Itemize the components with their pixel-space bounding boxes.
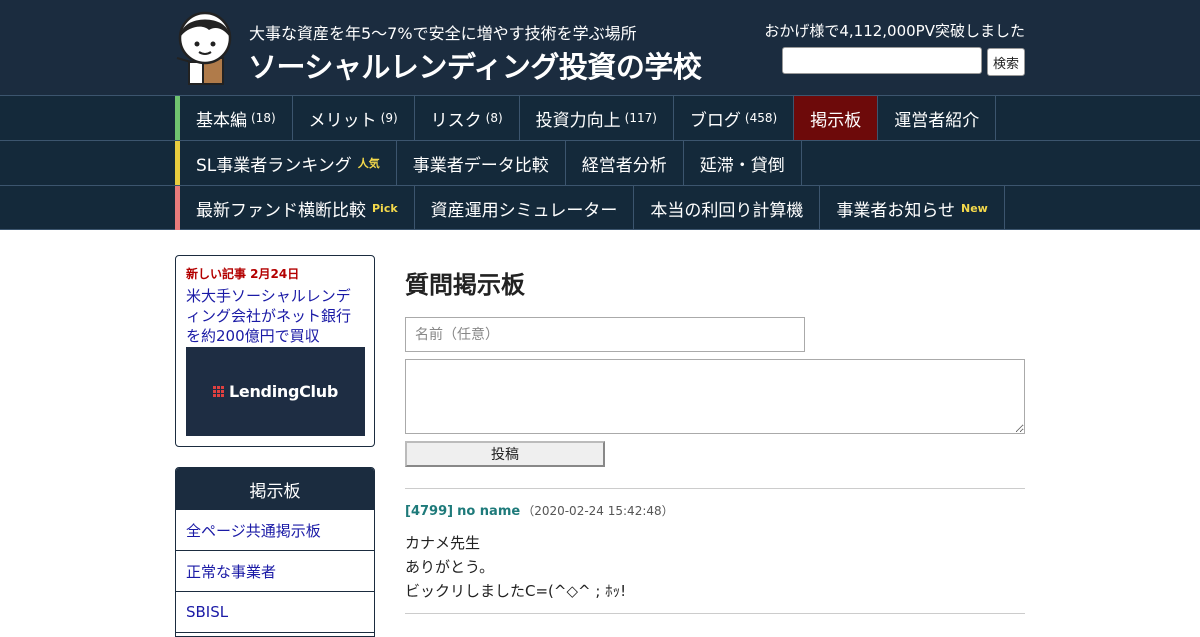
divider [405,613,1025,614]
nav-label: 本当の利回り計算機 [650,200,804,221]
post-line: ビックリしましたC=(^◇^ ; ﾎｯ! [405,582,627,600]
nav-item-about[interactable]: 運営者紹介 [878,96,997,140]
nav-row-1: 基本編 (18) メリット (9) リスク (8) 投資力向上 (117) ブログ (45… [0,95,1200,140]
nav-item-defaults[interactable]: 延滞・貸倒 [684,141,802,185]
name-input[interactable] [405,317,805,352]
search-input[interactable] [782,47,982,74]
nav-item-data-compare[interactable]: 事業者データ比較 [397,141,566,185]
post-id: [4799] [405,504,454,519]
nav-item-basics[interactable]: 基本編 (18) [180,96,293,140]
lendingclub-logo-text: LendingClub [229,382,338,401]
latest-article-label: 新しい記事 2月24日 [186,267,300,281]
nav-item-yield-calculator[interactable]: 本当の利回り計算機 [634,186,821,230]
post-timestamp: （2020-02-24 15:42:48） [522,504,674,518]
nav-label: 掲示板 [810,110,862,131]
nav-count: (117) [624,111,657,125]
nav-label: 事業者データ比較 [412,155,549,176]
bbs-menu-title: 掲示板 [176,468,374,510]
search-button[interactable]: 検索 [987,48,1025,76]
nav-count: (8) [485,111,503,125]
new-badge: New [961,201,988,215]
nav-label: SL事業者ランキング [196,155,352,176]
nav-count: (458) [744,111,778,125]
nav-item-executive-analysis[interactable]: 経営者分析 [566,141,684,185]
nav-item-ranking[interactable]: SL事業者ランキング 人気 [180,141,397,185]
nav-item-fund-compare[interactable]: 最新ファンド横断比較 Pick [180,186,415,230]
nav-item-bbs[interactable]: 掲示板 [794,96,879,140]
nav-item-risks[interactable]: リスク (8) [415,96,520,140]
nav-label: 資産運用シミュレーター [430,200,618,221]
divider [405,488,1025,489]
post-header: [4799] no name （2020-02-24 15:42:48） [405,502,674,519]
nav-label: 延滞・貸倒 [699,155,785,176]
post-line: カナメ先生 [405,534,481,552]
site-title[interactable]: ソーシャルレンディング投資の学校 [248,44,702,86]
mascot-logo-icon[interactable] [175,6,235,88]
nav-item-blog[interactable]: ブログ (458) [674,96,795,140]
latest-article-link[interactable]: 米大手ソーシャルレンディング会社がネット銀行を約200億円で買収 [186,286,364,346]
post-line: ありがとう。 [405,558,495,576]
latest-article-thumbnail[interactable]: LendingClub [186,347,365,436]
page-title: 質問掲示板 [405,271,525,299]
site-header: 大事な資産を年5～7%で安全に増やす技術を学ぶ場所 ソーシャルレンディング投資の… [0,0,1200,95]
nav-label: 基本編 [196,110,247,131]
nav-label: メリット [308,110,377,131]
post-author: no name [457,504,521,519]
nav-label: ブログ [689,110,741,131]
main-navigation: 基本編 (18) メリット (9) リスク (8) 投資力向上 (117) ブログ (45… [0,95,1200,230]
bbs-menu: 掲示板 全ページ共通掲示板 正常な事業者 SBISL [175,467,375,637]
nav-count: (9) [380,111,398,125]
nav-item-merits[interactable]: メリット (9) [293,96,415,140]
nav-row-3: 最新ファンド横断比較 Pick 資産運用シミュレーター 本当の利回り計算機 事業者… [0,185,1200,230]
pick-badge: Pick [372,201,398,215]
nav-label: 事業者お知らせ [836,200,956,221]
nav-count: (18) [251,111,276,125]
post-body: カナメ先生 ありがとう。 ビックリしましたC=(^◇^ ; ﾎｯ! [405,531,626,603]
bbs-menu-item-sbisl[interactable]: SBISL [176,592,374,633]
bbs-menu-item-healthy-operators[interactable]: 正常な事業者 [176,551,374,592]
nav-item-skill-up[interactable]: 投資力向上 (117) [520,96,674,140]
nav-item-simulator[interactable]: 資産運用シミュレーター [415,186,635,230]
nav-label: 経営者分析 [581,155,667,176]
nav-label: 最新ファンド横断比較 [196,200,366,221]
nav-label: 投資力向上 [535,110,621,131]
nav-row-2: SL事業者ランキング 人気 事業者データ比較 経営者分析 延滞・貸倒 [0,140,1200,185]
pageview-counter: おかげ様で4,112,000PV突破しました [764,22,1025,40]
site-tagline: 大事な資産を年5～7%で安全に増やす技術を学ぶ場所 [249,24,637,43]
lendingclub-mark-icon [213,386,224,397]
nav-label: 運営者紹介 [894,110,980,131]
popular-badge: 人気 [357,157,380,170]
bbs-menu-item-common[interactable]: 全ページ共通掲示板 [176,510,374,551]
lendingclub-logo: LendingClub [213,382,338,401]
nav-label: リスク [430,110,482,131]
post-button[interactable]: 投稿 [405,441,605,467]
message-textarea[interactable] [405,359,1025,434]
latest-article-box: 新しい記事 2月24日 米大手ソーシャルレンディング会社がネット銀行を約200億… [175,255,375,447]
nav-item-notices[interactable]: 事業者お知らせ New [820,186,1005,230]
